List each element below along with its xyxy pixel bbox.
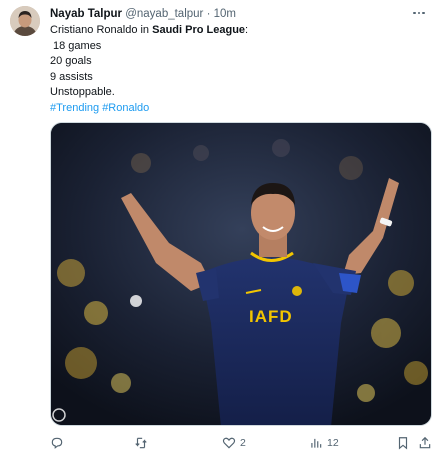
separator-dot: · [206, 8, 211, 20]
tweet-header: Nayab Talpur @nayab_talpur · 10m [50, 7, 236, 21]
views-button[interactable]: 12 [309, 434, 339, 452]
timestamp[interactable]: 10m [214, 8, 236, 20]
intro-text: Cristiano Ronaldo in [50, 24, 153, 36]
avatar-photo [10, 6, 40, 36]
tweet-intro-line: Cristiano Ronaldo in Saudi Pro League: [50, 23, 248, 39]
tweet-text: Cristiano Ronaldo in Saudi Pro League: 1… [50, 23, 248, 116]
stat-games: 18 games [53, 39, 102, 52]
intro-colon: : [245, 24, 249, 36]
reply-button[interactable] [50, 434, 68, 452]
like-button[interactable]: 2 [222, 434, 246, 452]
retweet-button[interactable] [134, 434, 152, 452]
share-icon [419, 436, 431, 449]
bookmark-icon [398, 437, 408, 450]
like-count: 2 [240, 437, 246, 449]
stat-goals: 20 goals [50, 55, 92, 67]
hashtag-ronaldo[interactable]: #Ronaldo [102, 102, 149, 114]
more-options-icon[interactable] [409, 6, 429, 20]
stat-assists: 9 assists [50, 70, 93, 83]
tweet-card[interactable]: Nayab Talpur @nayab_talpur · 10m Cristia… [0, 0, 439, 457]
closing-text: Unstoppable. [50, 86, 115, 98]
analytics-icon [311, 438, 322, 448]
retweet-icon [135, 437, 147, 449]
views-count: 12 [327, 437, 339, 449]
jersey-sponsor-text: IAFD [249, 307, 293, 326]
bookmark-button[interactable] [396, 434, 410, 452]
heart-icon [222, 437, 236, 449]
league-name: Saudi Pro League [152, 24, 246, 36]
hashtag-trending[interactable]: #Trending [50, 102, 99, 114]
author-name[interactable]: Nayab Talpur [50, 8, 122, 20]
share-button[interactable] [418, 434, 432, 452]
tweet-media-image[interactable]: IAFD [50, 122, 432, 426]
tweet-actions: 2 12 [50, 434, 432, 452]
hashtags: #Trending #Ronaldo [50, 101, 248, 117]
avatar[interactable] [10, 6, 40, 36]
author-handle[interactable]: @nayab_talpur [125, 8, 203, 20]
reply-icon [51, 437, 63, 449]
player-celebration-photo: IAFD [51, 123, 431, 425]
